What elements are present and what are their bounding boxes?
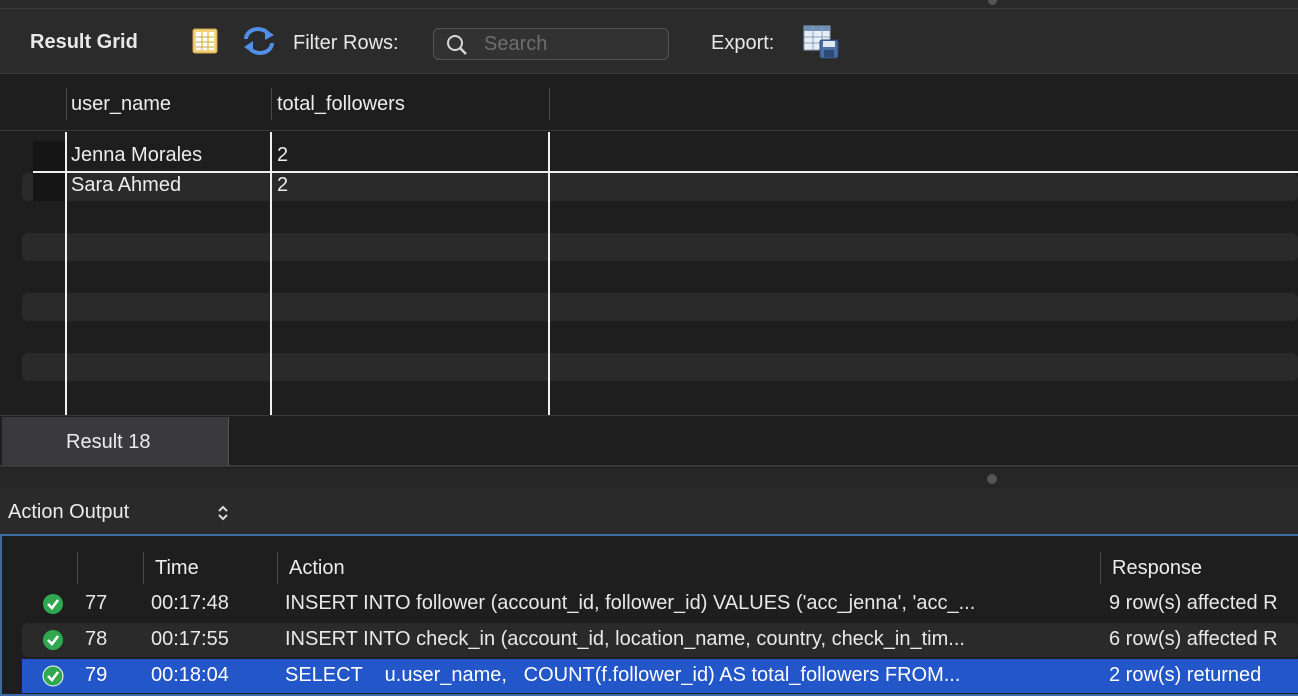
row-number: 77 — [85, 592, 108, 614]
result-grid[interactable]: user_name total_followers Jenna Morales … — [0, 75, 1298, 415]
row-action: SELECT u.user_name, COUNT(f.follower_id)… — [285, 664, 961, 686]
cell-total-followers[interactable]: 2 — [277, 144, 288, 167]
result-tab-bar: Result 18 — [0, 415, 1298, 467]
row-response: 6 row(s) affected R — [1109, 628, 1278, 650]
check-circle-icon — [42, 665, 64, 687]
search-icon — [447, 35, 467, 55]
column-gridline — [65, 132, 67, 415]
empty-row-stripe — [22, 173, 1298, 201]
tab-label: Result 18 — [66, 431, 151, 453]
check-circle-icon — [43, 594, 63, 614]
column-gridline — [548, 132, 550, 415]
column-separator[interactable] — [277, 552, 278, 584]
row-selector[interactable] — [33, 171, 66, 201]
export-label: Export: — [711, 32, 775, 54]
refresh-arrows-icon[interactable] — [242, 26, 276, 56]
column-header-action[interactable]: Action — [289, 557, 345, 580]
grid-header: user_name total_followers — [0, 75, 1298, 131]
row-time: 00:17:48 — [151, 592, 229, 614]
empty-row-stripe — [22, 293, 1298, 321]
column-separator[interactable] — [143, 552, 144, 584]
filter-rows-label: Filter Rows: — [293, 32, 399, 54]
column-separator[interactable] — [271, 88, 272, 120]
column-separator[interactable] — [1100, 552, 1101, 584]
form-columns-icon[interactable] — [192, 28, 218, 54]
cell-total-followers[interactable]: 2 — [277, 174, 288, 197]
column-separator[interactable] — [66, 88, 67, 120]
row-time: 00:18:04 — [151, 664, 229, 686]
cell-user-name[interactable]: Jenna Morales — [71, 144, 202, 167]
result-grid-title[interactable]: Result Grid — [30, 31, 138, 54]
column-gridline — [270, 132, 272, 415]
empty-row-stripe — [22, 233, 1298, 261]
row-number: 78 — [85, 628, 108, 650]
output-header: Time Action Response — [2, 536, 1298, 592]
search-input[interactable] — [484, 32, 664, 56]
empty-row-stripe — [22, 353, 1298, 381]
output-selector-bar: Action Output — [0, 488, 1298, 534]
tab-result-18[interactable]: Result 18 — [2, 417, 229, 466]
column-separator[interactable] — [549, 88, 550, 120]
resize-handle-top[interactable] — [988, 0, 997, 5]
row-selector[interactable] — [33, 141, 66, 171]
cell-user-name[interactable]: Sara Ahmed — [71, 174, 181, 197]
output-row[interactable]: 77 00:17:48 INSERT INTO follower (accoun… — [2, 587, 1298, 621]
row-gridline — [33, 171, 1298, 173]
action-output-panel[interactable]: Time Action Response 77 00:17:48 INSERT … — [0, 534, 1298, 696]
result-toolbar: Result Grid Filter Rows: Export: — [0, 8, 1298, 74]
output-row[interactable]: 78 00:17:55 INSERT INTO check_in (accoun… — [22, 623, 1298, 657]
column-header-total-followers[interactable]: total_followers — [277, 93, 405, 116]
column-header-time[interactable]: Time — [155, 557, 199, 580]
row-action: INSERT INTO follower (account_id, follow… — [285, 592, 976, 614]
export-grid-icon[interactable] — [802, 24, 840, 60]
resize-handle[interactable] — [987, 474, 997, 484]
row-number: 79 — [85, 664, 108, 686]
check-circle-icon — [43, 630, 63, 650]
column-header-user-name[interactable]: user_name — [71, 93, 171, 116]
output-row-selected[interactable]: 79 00:18:04 SELECT u.user_name, COUNT(f.… — [22, 659, 1298, 693]
action-output-selector[interactable]: Action Output — [8, 501, 129, 524]
up-down-chevron-icon[interactable] — [216, 503, 230, 523]
column-separator[interactable] — [77, 552, 78, 584]
panel-splitter[interactable] — [0, 468, 1298, 488]
row-response: 2 row(s) returned — [1109, 664, 1262, 686]
filter-search-box[interactable] — [433, 28, 669, 60]
row-action: INSERT INTO check_in (account_id, locati… — [285, 628, 965, 650]
column-header-response[interactable]: Response — [1112, 557, 1202, 580]
row-time: 00:17:55 — [151, 628, 229, 650]
top-divider[interactable] — [0, 0, 1298, 8]
row-response: 9 row(s) affected R — [1109, 592, 1278, 614]
